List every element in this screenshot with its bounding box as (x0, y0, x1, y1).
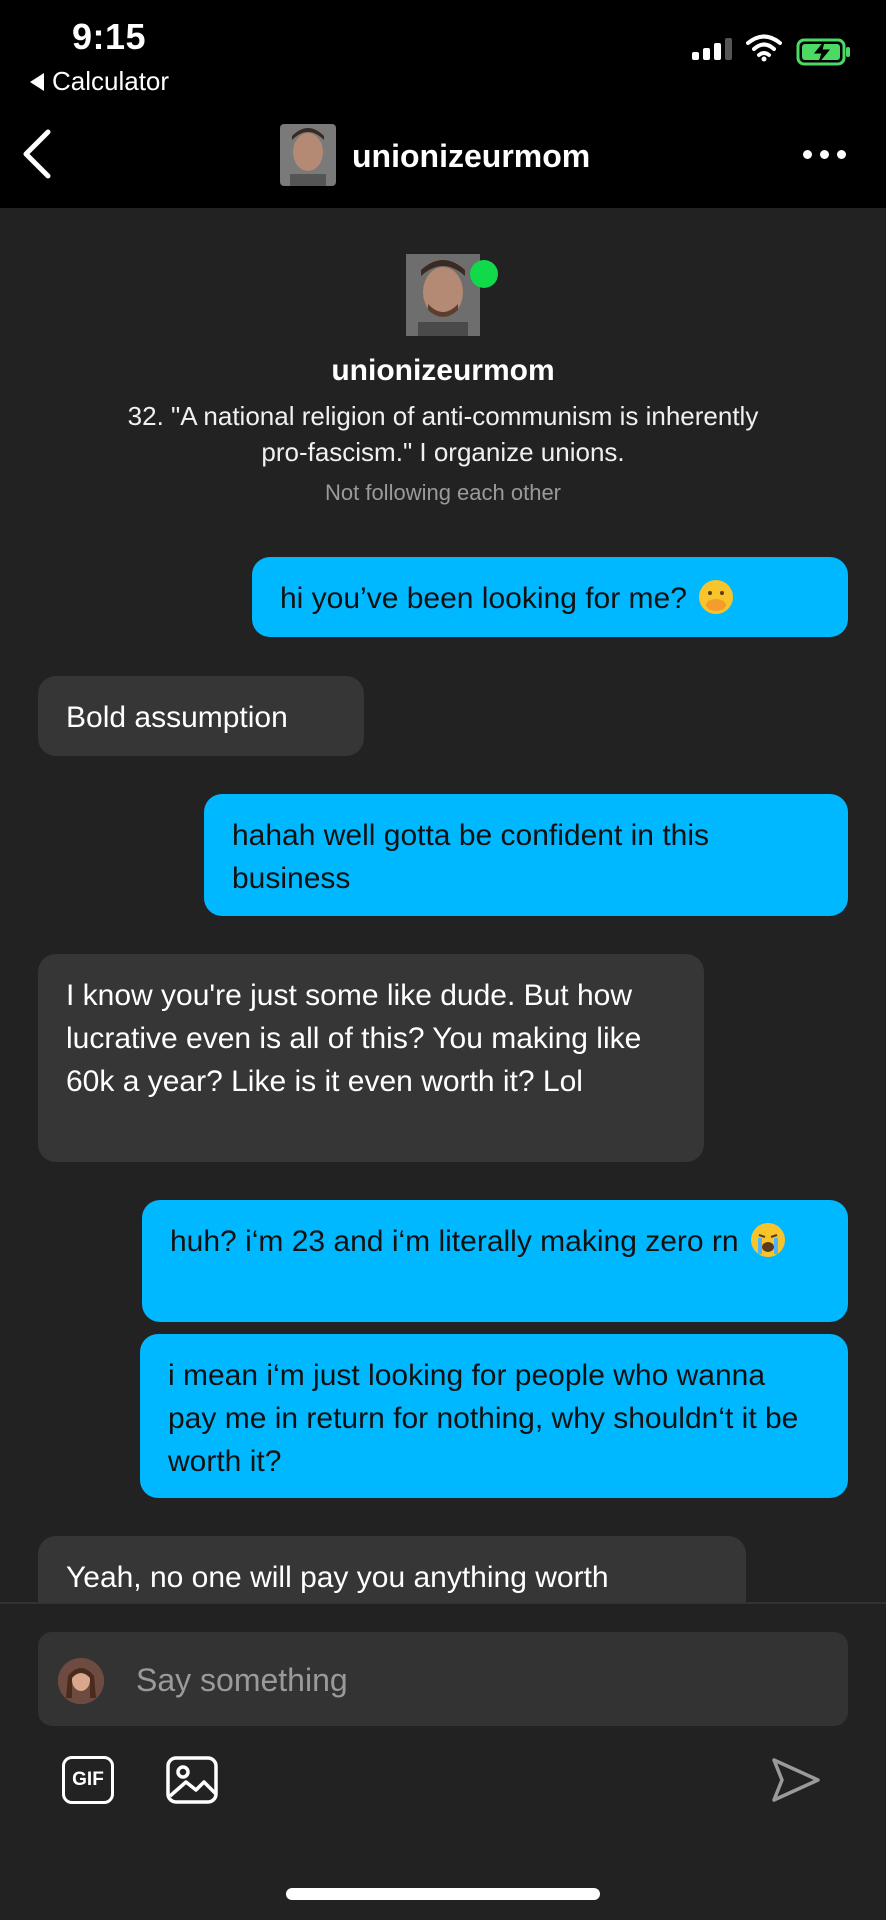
profile-bio: 32. "A national religion of anti-communi… (127, 401, 759, 467)
message-text: i mean i‘m just looking for people who w… (168, 1359, 799, 1478)
gif-button[interactable]: GIF (62, 1756, 114, 1804)
my-avatar (58, 1658, 104, 1704)
back-chevron-icon[interactable] (18, 128, 54, 180)
face-with-hand-over-mouth-icon (699, 580, 734, 614)
top-bar: 9:15 Calculator unionizeurmom (0, 0, 886, 208)
message-text: hi you’ve been looking for me? (280, 582, 687, 615)
back-to-app-link[interactable]: Calculator (30, 66, 169, 97)
composer-divider (0, 1602, 886, 1604)
header-username[interactable]: unionizeurmom (352, 138, 590, 175)
status-time: 9:15 (72, 16, 147, 57)
message-text: Bold assumption (66, 701, 288, 734)
home-indicator[interactable] (286, 1888, 600, 1900)
battery-charging-icon (796, 38, 850, 66)
wifi-icon (746, 34, 782, 62)
message-outgoing[interactable]: huh? i‘m 23 and i‘m literally making zer… (142, 1200, 848, 1322)
message-input[interactable] (134, 1654, 738, 1706)
profile-avatar[interactable] (406, 254, 480, 336)
image-icon[interactable] (166, 1756, 218, 1804)
message-outgoing[interactable]: i mean i‘m just looking for people who w… (140, 1334, 848, 1498)
send-icon[interactable] (770, 1754, 822, 1806)
back-app-label: Calculator (52, 66, 170, 96)
message-text: I know you're just some like dude. But h… (66, 979, 642, 1098)
header-avatar[interactable] (280, 124, 336, 186)
message-outgoing[interactable]: hahah well gotta be confident in this bu… (204, 794, 848, 916)
more-options-icon[interactable] (803, 150, 846, 159)
message-list[interactable]: hi you’ve been looking for me? Bold assu… (0, 540, 886, 1602)
message-incoming[interactable]: I know you're just some like dude. But h… (38, 954, 704, 1162)
profile-name[interactable]: unionizeurmom (0, 354, 886, 388)
message-outgoing[interactable]: hi you’ve been looking for me? (252, 557, 848, 637)
loudly-crying-face-icon (750, 1223, 785, 1257)
follow-status: Not following each other (324, 480, 562, 505)
online-status-indicator (470, 260, 498, 288)
message-text: huh? i‘m 23 and i‘m literally making zer… (170, 1225, 739, 1258)
message-incoming[interactable]: Bold assumption (38, 676, 364, 756)
cellular-signal-icon (692, 38, 732, 60)
message-composer[interactable] (38, 1632, 848, 1726)
message-incoming[interactable]: Yeah, no one will pay you anything worth (38, 1536, 746, 1602)
message-text: hahah well gotta be confident in this bu… (232, 819, 709, 895)
back-triangle-icon (30, 72, 44, 91)
message-text: Yeah, no one will pay you anything worth (66, 1561, 609, 1594)
